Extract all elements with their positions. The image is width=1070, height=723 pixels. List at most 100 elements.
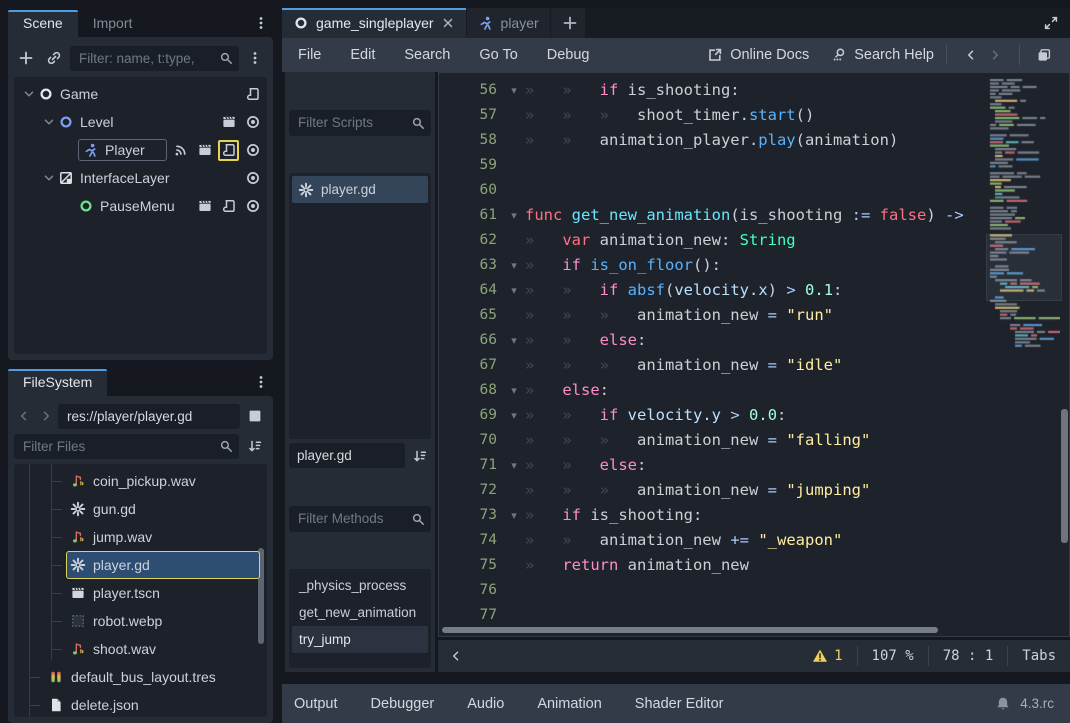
fold-arrow-icon[interactable]: ▾ (503, 453, 525, 478)
file-row-gun.gd[interactable]: gun.gd (14, 495, 267, 523)
line-number[interactable]: 73 (445, 503, 503, 528)
instance-scene-button[interactable] (42, 46, 66, 70)
filter-methods-input[interactable] (289, 506, 431, 532)
fold-arrow-icon[interactable]: ▾ (503, 503, 525, 528)
scene-dock-menu-button[interactable] (249, 11, 273, 35)
new-scene-tab-button[interactable] (551, 8, 585, 38)
warning-badge[interactable]: 1 (812, 648, 842, 664)
make-floating-button[interactable] (1032, 43, 1056, 67)
code-line-66[interactable]: 66▾» » else: (445, 328, 1069, 353)
fs-sort-button[interactable] (243, 434, 267, 458)
scene-tree-row-game[interactable]: Game (14, 80, 267, 108)
script-item-player.gd[interactable]: player.gd (292, 176, 428, 203)
collapse-scripts-panel-button[interactable] (446, 644, 466, 668)
close-tab-button[interactable] (441, 16, 455, 30)
code-line-61[interactable]: 61▾func get_new_animation(is_shooting :=… (445, 203, 1069, 228)
menu-file[interactable]: File (298, 47, 321, 63)
filter-scripts-input[interactable] (289, 110, 431, 136)
bottom-tab-animation[interactable]: Animation (537, 696, 601, 712)
code-line-59[interactable]: 59 (445, 153, 1069, 178)
bell-icon[interactable] (995, 696, 1011, 712)
code-minimap[interactable] (988, 76, 1060, 628)
line-number[interactable]: 63 (445, 253, 503, 278)
script-button[interactable] (218, 196, 239, 217)
code-line-73[interactable]: 73▾» if is_shooting: (445, 503, 1069, 528)
fs-split-mode-button[interactable] (243, 404, 267, 428)
file-row-player.gd[interactable]: player.gd (14, 551, 267, 579)
expander-chevron-down-icon[interactable] (42, 115, 56, 129)
search-help-button[interactable]: Search Help (831, 47, 934, 63)
code-line-68[interactable]: 68▾» else: (445, 378, 1069, 403)
file-row-default_bus_layout.tres[interactable]: default_bus_layout.tres (14, 663, 267, 691)
signal-button[interactable] (170, 140, 191, 161)
vertical-scrollbar[interactable] (1061, 75, 1068, 624)
scene-tree-row-level[interactable]: Level (14, 108, 267, 136)
code-line-75[interactable]: 75» return animation_new (445, 553, 1069, 578)
file-row-coin_pickup.wav[interactable]: coin_pickup.wav (14, 467, 267, 495)
fs-back-button[interactable] (14, 404, 33, 428)
visibility-button[interactable] (242, 112, 263, 133)
fold-arrow-icon[interactable]: ▾ (503, 328, 525, 353)
script-button[interactable] (218, 140, 239, 161)
line-number[interactable]: 74 (445, 528, 503, 553)
code-line-57[interactable]: 57» » » shoot_timer.start() (445, 103, 1069, 128)
file-row-robot.webp[interactable]: robot.webp (14, 607, 267, 635)
method-item-try_jump[interactable]: try_jump (292, 626, 428, 653)
horizontal-scrollbar[interactable] (442, 626, 975, 634)
line-number[interactable]: 76 (445, 578, 503, 603)
visibility-button[interactable] (242, 196, 263, 217)
method-item-get_new_animation[interactable]: get_new_animation (292, 599, 428, 626)
code-line-56[interactable]: 56▾» » if is_shooting: (445, 78, 1069, 103)
code-line-74[interactable]: 74» » animation_new += "_weapon" (445, 528, 1069, 553)
line-number[interactable]: 66 (445, 328, 503, 353)
line-number[interactable]: 62 (445, 228, 503, 253)
code-line-76[interactable]: 76 (445, 578, 1069, 603)
minimap-viewport[interactable] (986, 234, 1062, 301)
horizontal-scrollbar-thumb[interactable] (442, 627, 938, 633)
file-row-delete.json[interactable]: delete.json (14, 691, 267, 717)
file-row-shoot.wav[interactable]: shoot.wav (14, 635, 267, 663)
code-editor[interactable]: 56▾» » if is_shooting:57» » » shoot_time… (438, 72, 1070, 637)
line-number[interactable]: 65 (445, 303, 503, 328)
scene-tab-player[interactable]: player (467, 8, 550, 38)
open-scene-button[interactable] (194, 196, 215, 217)
tab-import[interactable]: Import (78, 10, 148, 37)
code-line-58[interactable]: 58» » animation_player.play(animation) (445, 128, 1069, 153)
vertical-scrollbar-thumb[interactable] (1061, 409, 1068, 543)
line-number[interactable]: 59 (445, 153, 503, 178)
fold-arrow-icon[interactable]: ▾ (503, 78, 525, 103)
line-number[interactable]: 71 (445, 453, 503, 478)
tab-filesystem[interactable]: FileSystem (8, 369, 107, 396)
visibility-button[interactable] (242, 140, 263, 161)
zoom-level[interactable]: 107 % (872, 648, 914, 664)
line-number[interactable]: 77 (445, 603, 503, 628)
menu-edit[interactable]: Edit (350, 47, 375, 63)
open-scene-button[interactable] (194, 140, 215, 161)
bottom-tab-shader-editor[interactable]: Shader Editor (635, 696, 724, 712)
scene-tab-game_singleplayer[interactable]: game_singleplayer (282, 8, 466, 38)
file-row-jump.wav[interactable]: jump.wav (14, 523, 267, 551)
code-line-62[interactable]: 62» var animation_new: String (445, 228, 1069, 253)
filesystem-dock-menu-button[interactable] (249, 370, 273, 394)
line-number[interactable]: 68 (445, 378, 503, 403)
method-item-_physics_process[interactable]: _physics_process (292, 572, 428, 599)
line-number[interactable]: 60 (445, 178, 503, 203)
code-line-69[interactable]: 69▾» » if velocity.y > 0.0: (445, 403, 1069, 428)
code-line-77[interactable]: 77 (445, 603, 1069, 628)
fold-arrow-icon[interactable]: ▾ (503, 403, 525, 428)
scene-tree-row-player[interactable]: Player (14, 136, 267, 164)
line-number[interactable]: 75 (445, 553, 503, 578)
line-number[interactable]: 72 (445, 478, 503, 503)
line-number[interactable]: 58 (445, 128, 503, 153)
code-line-63[interactable]: 63▾» if is_on_floor(): (445, 253, 1069, 278)
tab-scene[interactable]: Scene (8, 10, 78, 37)
bottom-tab-output[interactable]: Output (294, 696, 338, 712)
line-number[interactable]: 70 (445, 428, 503, 453)
expander-chevron-down-icon[interactable] (42, 171, 56, 185)
menu-search[interactable]: Search (404, 47, 450, 63)
line-number[interactable]: 64 (445, 278, 503, 303)
history-back-button[interactable] (959, 43, 983, 67)
menu-go-to[interactable]: Go To (479, 47, 517, 63)
fs-filter-input[interactable] (14, 434, 239, 459)
code-line-70[interactable]: 70» » » animation_new = "falling" (445, 428, 1069, 453)
